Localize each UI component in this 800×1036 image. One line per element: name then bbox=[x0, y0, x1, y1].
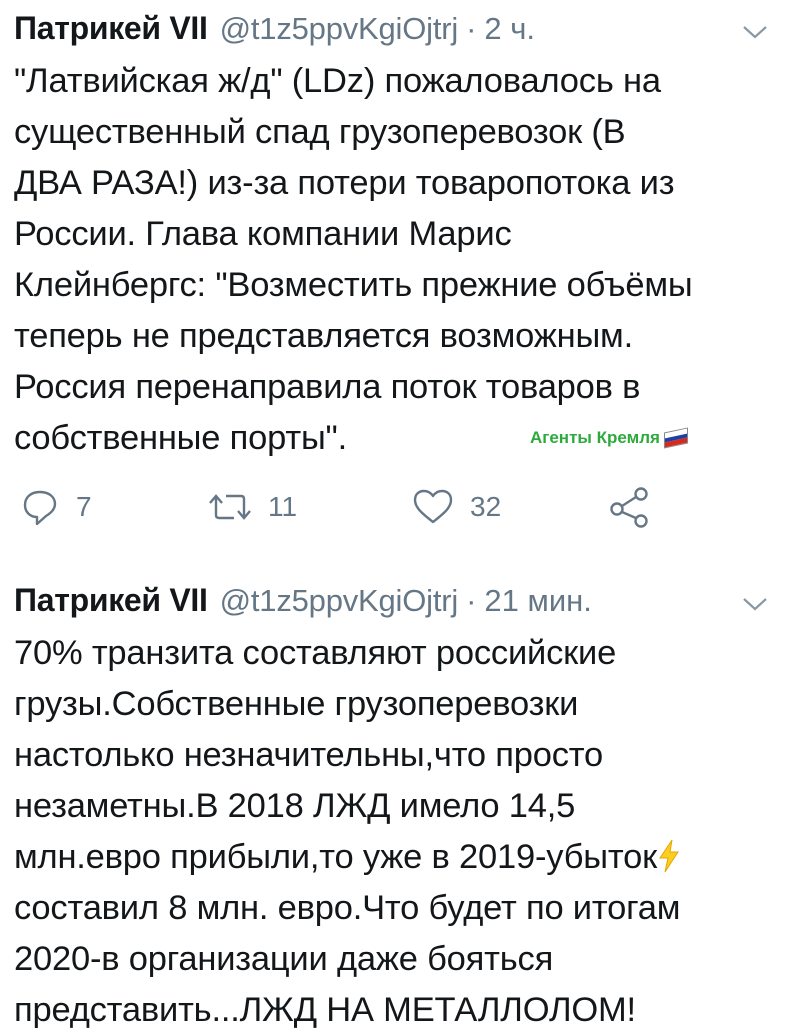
tweet-header: Патрикей VII @t1z5ppvKgiOjtrj · 2 ч. bbox=[14, 10, 786, 56]
tweet-text-line: существенный спад грузоперевозок (В bbox=[14, 113, 626, 151]
separator-dot: · bbox=[466, 583, 477, 618]
tweet-header: Патрикей VII @t1z5ppvKgiOjtrj · 21 мин. bbox=[14, 582, 786, 628]
tweet-text-line: представить...ЛЖД НА МЕТАЛЛОЛОМ! bbox=[14, 991, 636, 1029]
tweet-text: 70% транзита составляют российские грузы… bbox=[14, 628, 786, 1036]
tweet-text-line: теперь не представляется возможным. bbox=[14, 317, 633, 355]
separator-dot: · bbox=[466, 11, 477, 46]
tweet-text-fragment: млн.евро прибыли,то уже в 2019-убыток bbox=[14, 838, 657, 876]
tweet-timestamp[interactable]: 21 мин. bbox=[484, 583, 591, 619]
tweet-timestamp[interactable]: 2 ч. bbox=[484, 11, 535, 47]
author-name[interactable]: Патрикей VII bbox=[14, 582, 208, 619]
sticker-label: Агенты Кремля bbox=[530, 428, 660, 447]
retweet-count: 11 bbox=[268, 491, 298, 522]
lightning-bolt-emoji bbox=[659, 839, 679, 873]
tweet-text-line: грузы.Собственные грузоперевозки bbox=[14, 685, 579, 723]
tweet[interactable]: Патрикей VII @t1z5ppvKgiOjtrj · 2 ч. "Ла… bbox=[14, 10, 786, 528]
like-button[interactable]: 32 bbox=[412, 482, 501, 532]
author-handle[interactable]: @t1z5ppvKgiOjtrj bbox=[220, 11, 459, 47]
tweet-text-line-with-emoji: млн.евро прибыли,то уже в 2019-убыток bbox=[14, 832, 782, 883]
author-handle[interactable]: @t1z5ppvKgiOjtrj bbox=[220, 583, 459, 619]
watermark-sticker: Агенты Кремля bbox=[530, 427, 688, 449]
share-button[interactable] bbox=[608, 482, 652, 532]
tweet[interactable]: Патрикей VII @t1z5ppvKgiOjtrj · 21 мин. … bbox=[14, 582, 786, 1036]
tweet-text-line: России. Глава компании Марис bbox=[14, 215, 512, 253]
reply-button[interactable]: 7 bbox=[20, 482, 92, 532]
tweet-text-line: 70% транзита составляют российские bbox=[14, 634, 617, 672]
russian-flag-icon bbox=[663, 427, 688, 449]
tweet-text-line: ДВА РАЗА!) из-за потери товаропотока из bbox=[14, 164, 675, 202]
tweet-text-line: настолько незначительны,что просто bbox=[14, 736, 603, 774]
tweet-text-line: Клейнбергс: "Возместить прежние объёмы bbox=[14, 266, 693, 304]
chevron-down-icon[interactable] bbox=[742, 596, 768, 612]
tweet-text-line: составил 8 млн. евро.Что будет по итогам bbox=[14, 889, 681, 927]
tweet-text: "Латвийская ж/д" (LDz) пожаловалось на с… bbox=[14, 56, 786, 464]
tweet-text-line: "Латвийская ж/д" (LDz) пожаловалось на bbox=[14, 62, 661, 100]
tweet-text-line: незаметны.В 2018 ЛЖД имело 14,5 bbox=[14, 787, 576, 825]
tweet-actions: 7 11 32 bbox=[14, 482, 786, 532]
share-icon bbox=[610, 487, 648, 528]
chevron-down-icon[interactable] bbox=[742, 24, 768, 40]
retweet-icon bbox=[209, 494, 251, 520]
heart-icon bbox=[413, 489, 453, 524]
like-count: 32 bbox=[470, 491, 502, 522]
reply-icon bbox=[23, 490, 57, 526]
author-name[interactable]: Патрикей VII bbox=[14, 10, 208, 47]
reply-count: 7 bbox=[76, 491, 92, 522]
retweet-button[interactable]: 11 bbox=[208, 482, 297, 532]
tweet-text-line: 2020-в организации даже бояться bbox=[14, 940, 554, 978]
tweet-text-line: Россия перенаправила поток товаров в bbox=[14, 368, 641, 406]
